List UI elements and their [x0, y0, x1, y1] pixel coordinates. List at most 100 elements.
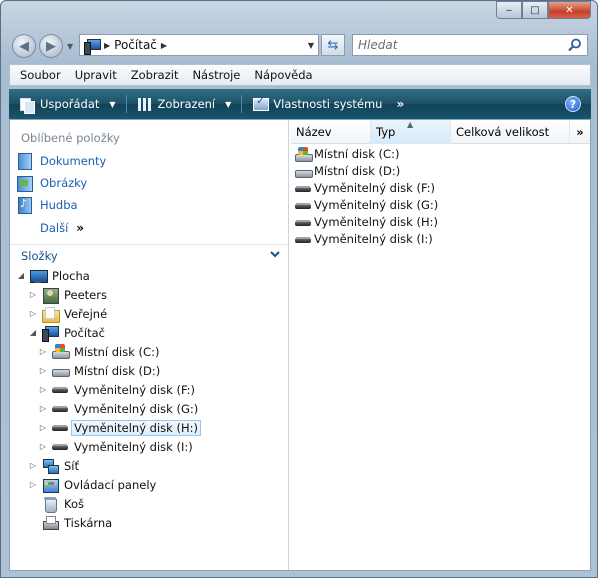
organize-label: Uspořádat: [40, 97, 100, 111]
expand-arrow-icon[interactable]: ▷: [38, 442, 48, 451]
menu-view[interactable]: Zobrazit: [131, 68, 179, 82]
collapse-arrow-icon[interactable]: ◢: [28, 328, 38, 337]
removable-disk-icon: [295, 181, 311, 195]
expand-arrow-icon[interactable]: ▷: [28, 309, 38, 318]
tree-item[interactable]: ▷ Místní disk (D:): [38, 361, 160, 380]
system-properties-button[interactable]: Vlastnosti systému: [252, 89, 382, 119]
tree-item[interactable]: ▷ Vyměnitelný disk (I:): [38, 437, 193, 456]
more-commands-button[interactable]: »: [396, 97, 404, 111]
more-columns-button[interactable]: »: [570, 120, 590, 143]
tree-item[interactable]: ▷ Vyměnitelný disk (G:): [38, 399, 198, 418]
tree-item[interactable]: ◢ Plocha: [16, 266, 90, 285]
breadcrumb-chevron-icon[interactable]: ▶: [161, 41, 167, 50]
expand-arrow-icon[interactable]: ▷: [38, 423, 48, 432]
tree-item[interactable]: ▷ Ovládací panely: [28, 475, 156, 494]
tree-item-label: Síť: [64, 458, 80, 473]
file-item[interactable]: Vyměnitelný disk (I:): [295, 230, 433, 247]
file-item[interactable]: Vyměnitelný disk (H:): [295, 213, 438, 230]
removable-disk-icon: [52, 420, 68, 436]
views-label: Zobrazení: [157, 97, 216, 111]
explorer-body: Oblíbené položky Dokumenty Obrázky Hudba…: [9, 119, 591, 571]
menu-edit[interactable]: Upravit: [75, 68, 117, 82]
organize-button[interactable]: Uspořádat ▼: [19, 89, 116, 119]
recent-pages-dropdown[interactable]: ▼: [67, 42, 73, 51]
column-name[interactable]: Název: [291, 120, 371, 144]
close-button[interactable]: ✕: [548, 1, 591, 19]
views-button[interactable]: Zobrazení ▼: [137, 89, 232, 119]
forward-button[interactable]: ▶: [39, 34, 63, 58]
expand-arrow-icon[interactable]: ▷: [38, 366, 48, 375]
chevron-right-icon: »: [76, 221, 85, 235]
folders-header[interactable]: Složky: [10, 244, 288, 266]
collapse-arrow-icon[interactable]: ◢: [16, 271, 26, 280]
address-bar[interactable]: ▶ Počítač ▶ ▼: [79, 34, 319, 56]
tree-item[interactable]: ▷ Síť: [28, 456, 79, 475]
caption-buttons: ‒ □ ✕: [496, 1, 591, 19]
column-type[interactable]: Typ ▲: [371, 120, 451, 144]
removable-disk-icon: [295, 215, 311, 229]
menu-tools[interactable]: Nástroje: [192, 68, 240, 82]
column-total-size-label: Celková velikost: [456, 125, 550, 139]
file-item-label: Místní disk (C:): [314, 146, 400, 161]
expand-arrow-icon[interactable]: ▷: [28, 290, 38, 299]
desktop-icon: [30, 268, 48, 284]
file-item[interactable]: Místní disk (C:): [295, 145, 399, 162]
tree-item[interactable]: ◢ Počítač: [28, 323, 105, 342]
column-headers: Název Typ ▲ Celková velikost »: [291, 120, 590, 144]
search-input[interactable]: [353, 38, 553, 52]
tree-item[interactable]: ▷ Vyměnitelný disk (F:): [38, 380, 195, 399]
tree-item-label: Vyměnitelný disk (G:): [74, 401, 199, 416]
tree-item[interactable]: ▷ Vyměnitelný disk (H:): [38, 418, 201, 437]
windows-disk-icon: [52, 343, 70, 360]
recycle-bin-icon: [42, 496, 58, 513]
file-item-label: Vyměnitelný disk (G:): [314, 197, 439, 212]
system-properties-label: Vlastnosti systému: [273, 97, 383, 111]
chevron-down-icon: [270, 251, 280, 258]
favorite-pictures[interactable]: Obrázky: [16, 175, 87, 192]
expand-arrow-icon[interactable]: ▷: [28, 461, 38, 470]
documents-icon: [16, 153, 32, 170]
favorites-more-link[interactable]: Další »: [40, 221, 84, 235]
file-item[interactable]: Vyměnitelný disk (G:): [295, 196, 438, 213]
file-item[interactable]: Místní disk (D:): [295, 162, 400, 179]
tree-item[interactable]: Koš: [28, 494, 84, 513]
tree-item[interactable]: Tiskárna: [28, 513, 112, 532]
tree-item-label: Ovládací panely: [64, 477, 157, 492]
menu-help[interactable]: Nápověda: [254, 68, 312, 82]
tree-item-label: Koš: [64, 496, 84, 511]
tree-item[interactable]: ▷ Peeters: [28, 285, 107, 304]
refresh-button[interactable]: ⇆: [321, 34, 345, 56]
breadcrumb-computer[interactable]: Počítač: [114, 38, 157, 52]
removable-disk-icon: [295, 232, 311, 246]
favorites-more-label: Další: [40, 221, 69, 235]
favorite-music[interactable]: Hudba: [16, 197, 78, 214]
control-panel-icon: [42, 477, 59, 493]
search-icon[interactable]: [568, 38, 582, 52]
back-button[interactable]: ◀: [12, 34, 36, 58]
menu-file[interactable]: Soubor: [20, 68, 61, 82]
file-item-label: Vyměnitelný disk (H:): [314, 214, 438, 229]
expand-arrow-icon[interactable]: ▷: [38, 347, 48, 356]
column-total-size[interactable]: Celková velikost: [451, 120, 570, 144]
expand-arrow-icon[interactable]: ▷: [28, 480, 38, 489]
maximize-button[interactable]: □: [522, 1, 548, 19]
removable-disk-icon: [295, 198, 311, 212]
tree-item[interactable]: ▷ Místní disk (C:): [38, 342, 159, 361]
minimize-button[interactable]: ‒: [496, 1, 522, 19]
tree-item-label: Vyměnitelný disk (I:): [74, 439, 193, 454]
column-type-label: Typ: [376, 125, 396, 139]
expand-arrow-icon[interactable]: ▷: [38, 385, 48, 394]
views-dropdown-icon: ▼: [225, 99, 232, 109]
search-box: [352, 34, 588, 56]
views-icon: [137, 97, 153, 111]
help-button[interactable]: ?: [565, 96, 581, 112]
favorite-label: Dokumenty: [40, 154, 107, 168]
file-item-label: Místní disk (D:): [314, 163, 401, 178]
address-dropdown-icon[interactable]: ▼: [308, 41, 314, 50]
expand-arrow-icon[interactable]: ▷: [38, 404, 48, 413]
file-item[interactable]: Vyměnitelný disk (F:): [295, 179, 435, 196]
back-arrow-icon: ◀: [19, 38, 29, 54]
tree-item[interactable]: ▷ Veřejné: [28, 304, 107, 323]
tree-item-label: Vyměnitelný disk (F:): [74, 382, 196, 397]
favorite-documents[interactable]: Dokumenty: [16, 153, 107, 170]
